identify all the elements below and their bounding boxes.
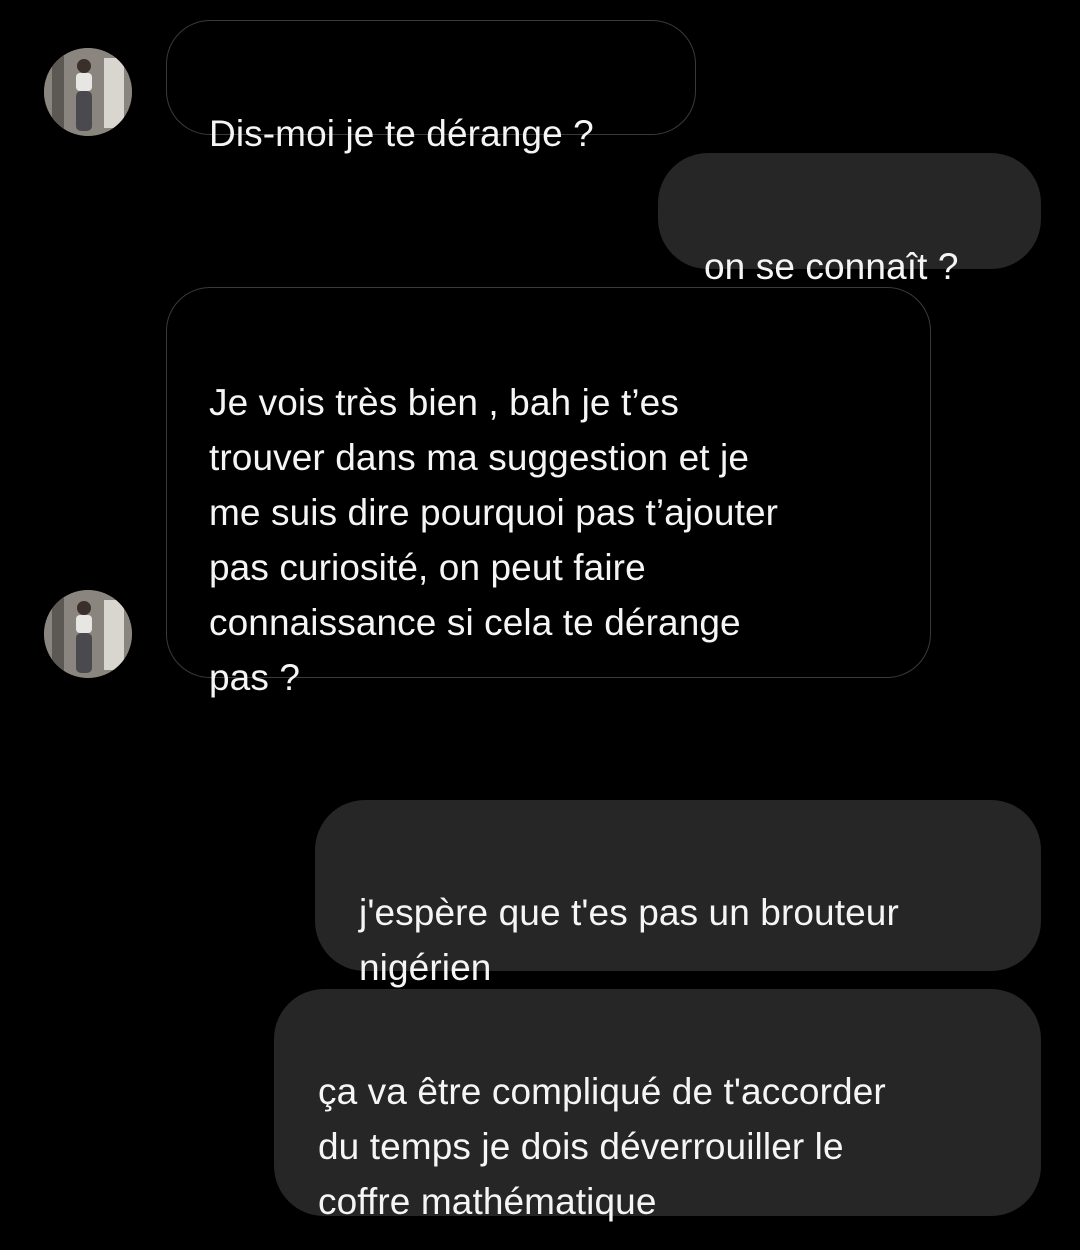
message-text: ça va être compliqué de t'accorder du te… xyxy=(318,1071,886,1222)
message-thread: Dis-moi je te dérange ? on se connaît ? … xyxy=(0,0,1080,1250)
avatar-photo-icon xyxy=(44,48,132,136)
message-bubble-incoming[interactable]: Dis-moi je te dérange ? xyxy=(166,20,696,154)
message-text: Dis-moi je te dérange ? xyxy=(209,113,594,154)
message-bubble-outgoing[interactable]: on se connaît ? xyxy=(658,153,1041,287)
message-bubble-outgoing[interactable]: j'espère que t'es pas un brouteur nigéri… xyxy=(315,800,1041,988)
message-text: Je vois très bien , bah je t’es trouver … xyxy=(209,382,779,698)
message-bubble-outgoing[interactable]: ça va être compliqué de t'accorder du te… xyxy=(274,989,1041,1222)
message-text: j'espère que t'es pas un brouteur nigéri… xyxy=(359,892,899,988)
message-text: on se connaît ? xyxy=(704,246,959,287)
sender-avatar[interactable] xyxy=(44,48,132,136)
sender-avatar[interactable] xyxy=(44,590,132,678)
avatar-photo-icon xyxy=(44,590,132,678)
message-bubble-incoming[interactable]: Je vois très bien , bah je t’es trouver … xyxy=(166,287,931,698)
